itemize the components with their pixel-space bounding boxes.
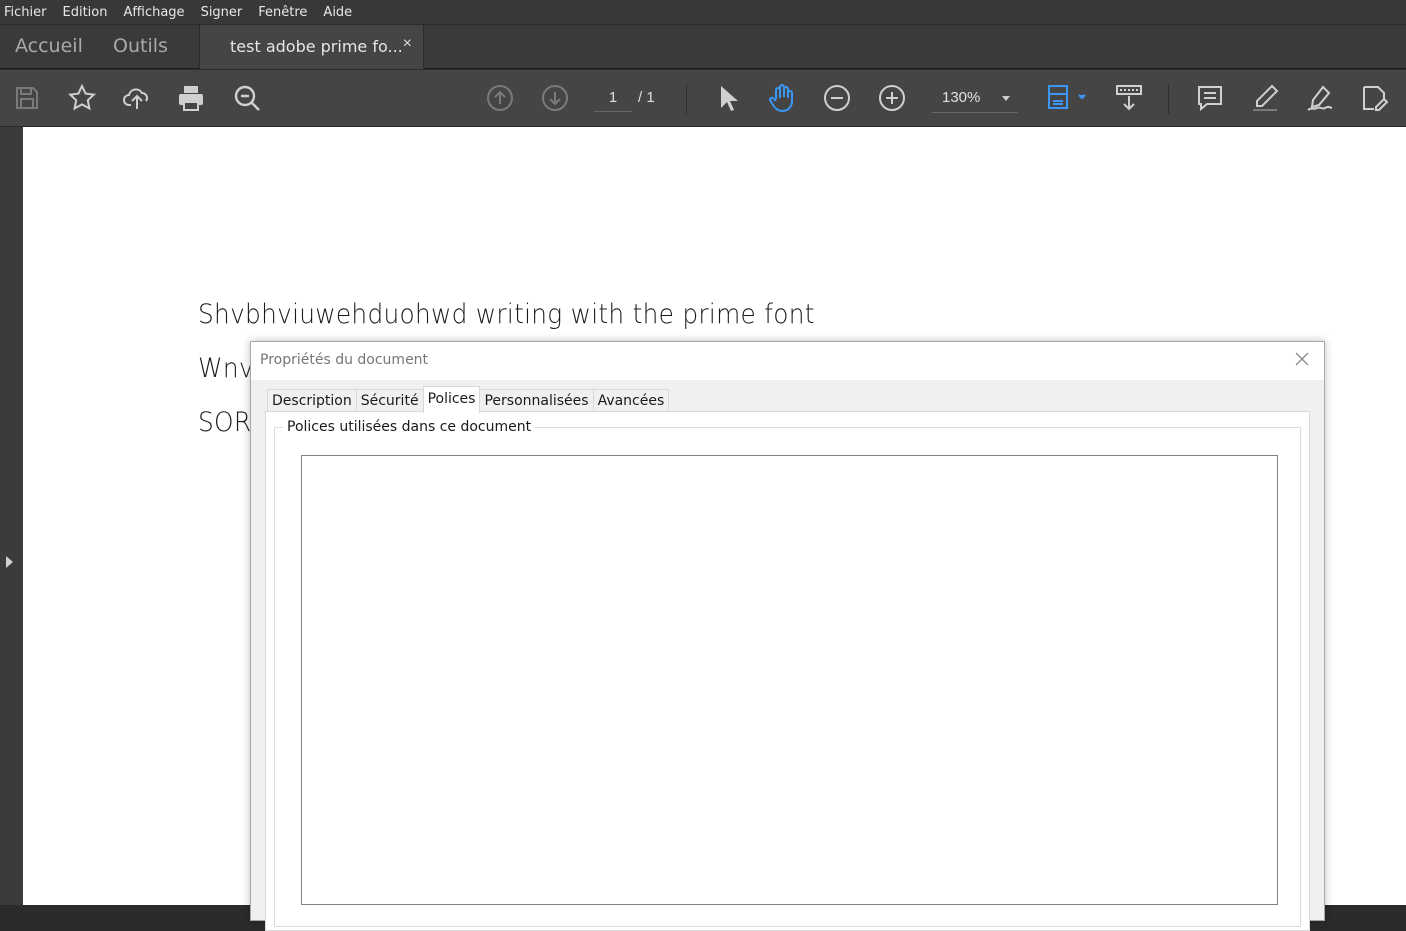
document-properties-dialog: Propriétés du document Description Sécur…	[250, 341, 1325, 931]
document-text-line: Wnv	[198, 353, 254, 384]
fit-page-icon[interactable]	[1042, 82, 1088, 114]
tab-outils[interactable]: Outils	[113, 25, 168, 68]
menu-bar: Fichier Edition Affichage Signer Fenêtre…	[0, 0, 1406, 24]
save-icon[interactable]	[11, 82, 43, 114]
menu-signer[interactable]: Signer	[201, 5, 243, 20]
fonts-list[interactable]	[301, 455, 1278, 905]
scroll-mode-icon[interactable]	[1113, 82, 1145, 114]
zoom-level-select[interactable]: 130%	[932, 86, 1018, 113]
toolbar-divider	[686, 84, 687, 114]
page-up-icon[interactable]	[484, 82, 516, 114]
document-text-line: SOR	[198, 407, 252, 438]
close-icon[interactable]	[1294, 351, 1310, 367]
tab-document[interactable]: test adobe prime fo... ×	[199, 25, 424, 69]
left-navigation-rail	[0, 127, 23, 905]
zoom-level-value: 130%	[942, 89, 981, 106]
tab-accueil[interactable]: Accueil	[15, 25, 83, 68]
hand-icon[interactable]	[766, 82, 798, 114]
upload-cloud-icon[interactable]	[121, 82, 153, 114]
comment-icon[interactable]	[1194, 82, 1226, 114]
menu-aide[interactable]: Aide	[323, 5, 352, 20]
toolbar-divider	[1168, 84, 1169, 114]
zoom-search-icon[interactable]	[231, 82, 263, 114]
menu-affichage[interactable]: Affichage	[123, 5, 184, 20]
select-arrow-icon[interactable]	[711, 82, 743, 114]
highlight-icon[interactable]	[1249, 82, 1281, 114]
page-total: / 1	[638, 89, 655, 106]
expand-panel-icon[interactable]	[6, 556, 13, 568]
fill-sign-icon[interactable]	[1304, 82, 1336, 114]
fonts-group-label: Polices utilisées dans ce document	[283, 419, 536, 435]
tab-description[interactable]: Description	[267, 389, 357, 413]
dialog-tabs: Description Sécurité Polices Personnalis…	[267, 386, 670, 413]
print-icon[interactable]	[175, 82, 207, 114]
tab-polices[interactable]: Polices	[422, 386, 481, 413]
document-text-line: Shvbhviuwehduohwd writing with the prime…	[198, 299, 815, 330]
page-down-icon[interactable]	[539, 82, 571, 114]
close-tab-icon[interactable]: ×	[403, 35, 412, 53]
fonts-tab-panel: Polices utilisées dans ce document	[265, 411, 1310, 931]
menu-fichier[interactable]: Fichier	[4, 5, 47, 20]
zoom-out-icon[interactable]	[821, 82, 853, 114]
document-tab-title: test adobe prime fo...	[230, 37, 403, 56]
fonts-groupbox: Polices utilisées dans ce document	[274, 419, 1301, 927]
menu-fenetre[interactable]: Fenêtre	[258, 5, 307, 20]
menu-edition[interactable]: Edition	[63, 5, 108, 20]
star-icon[interactable]	[66, 82, 98, 114]
tab-bar: Accueil Outils test adobe prime fo... ×	[0, 25, 1406, 69]
page-number-input[interactable]: 1	[594, 86, 632, 112]
edit-pdf-icon[interactable]	[1359, 82, 1391, 114]
toolbar: 1 / 1 130%	[0, 70, 1406, 126]
tab-avancees[interactable]: Avancées	[592, 389, 670, 413]
tab-securite[interactable]: Sécurité	[355, 389, 424, 413]
zoom-in-icon[interactable]	[876, 82, 908, 114]
tab-personnalisees[interactable]: Personnalisées	[479, 389, 594, 413]
dialog-title: Propriétés du document	[260, 352, 429, 368]
chevron-down-icon	[1002, 96, 1010, 101]
